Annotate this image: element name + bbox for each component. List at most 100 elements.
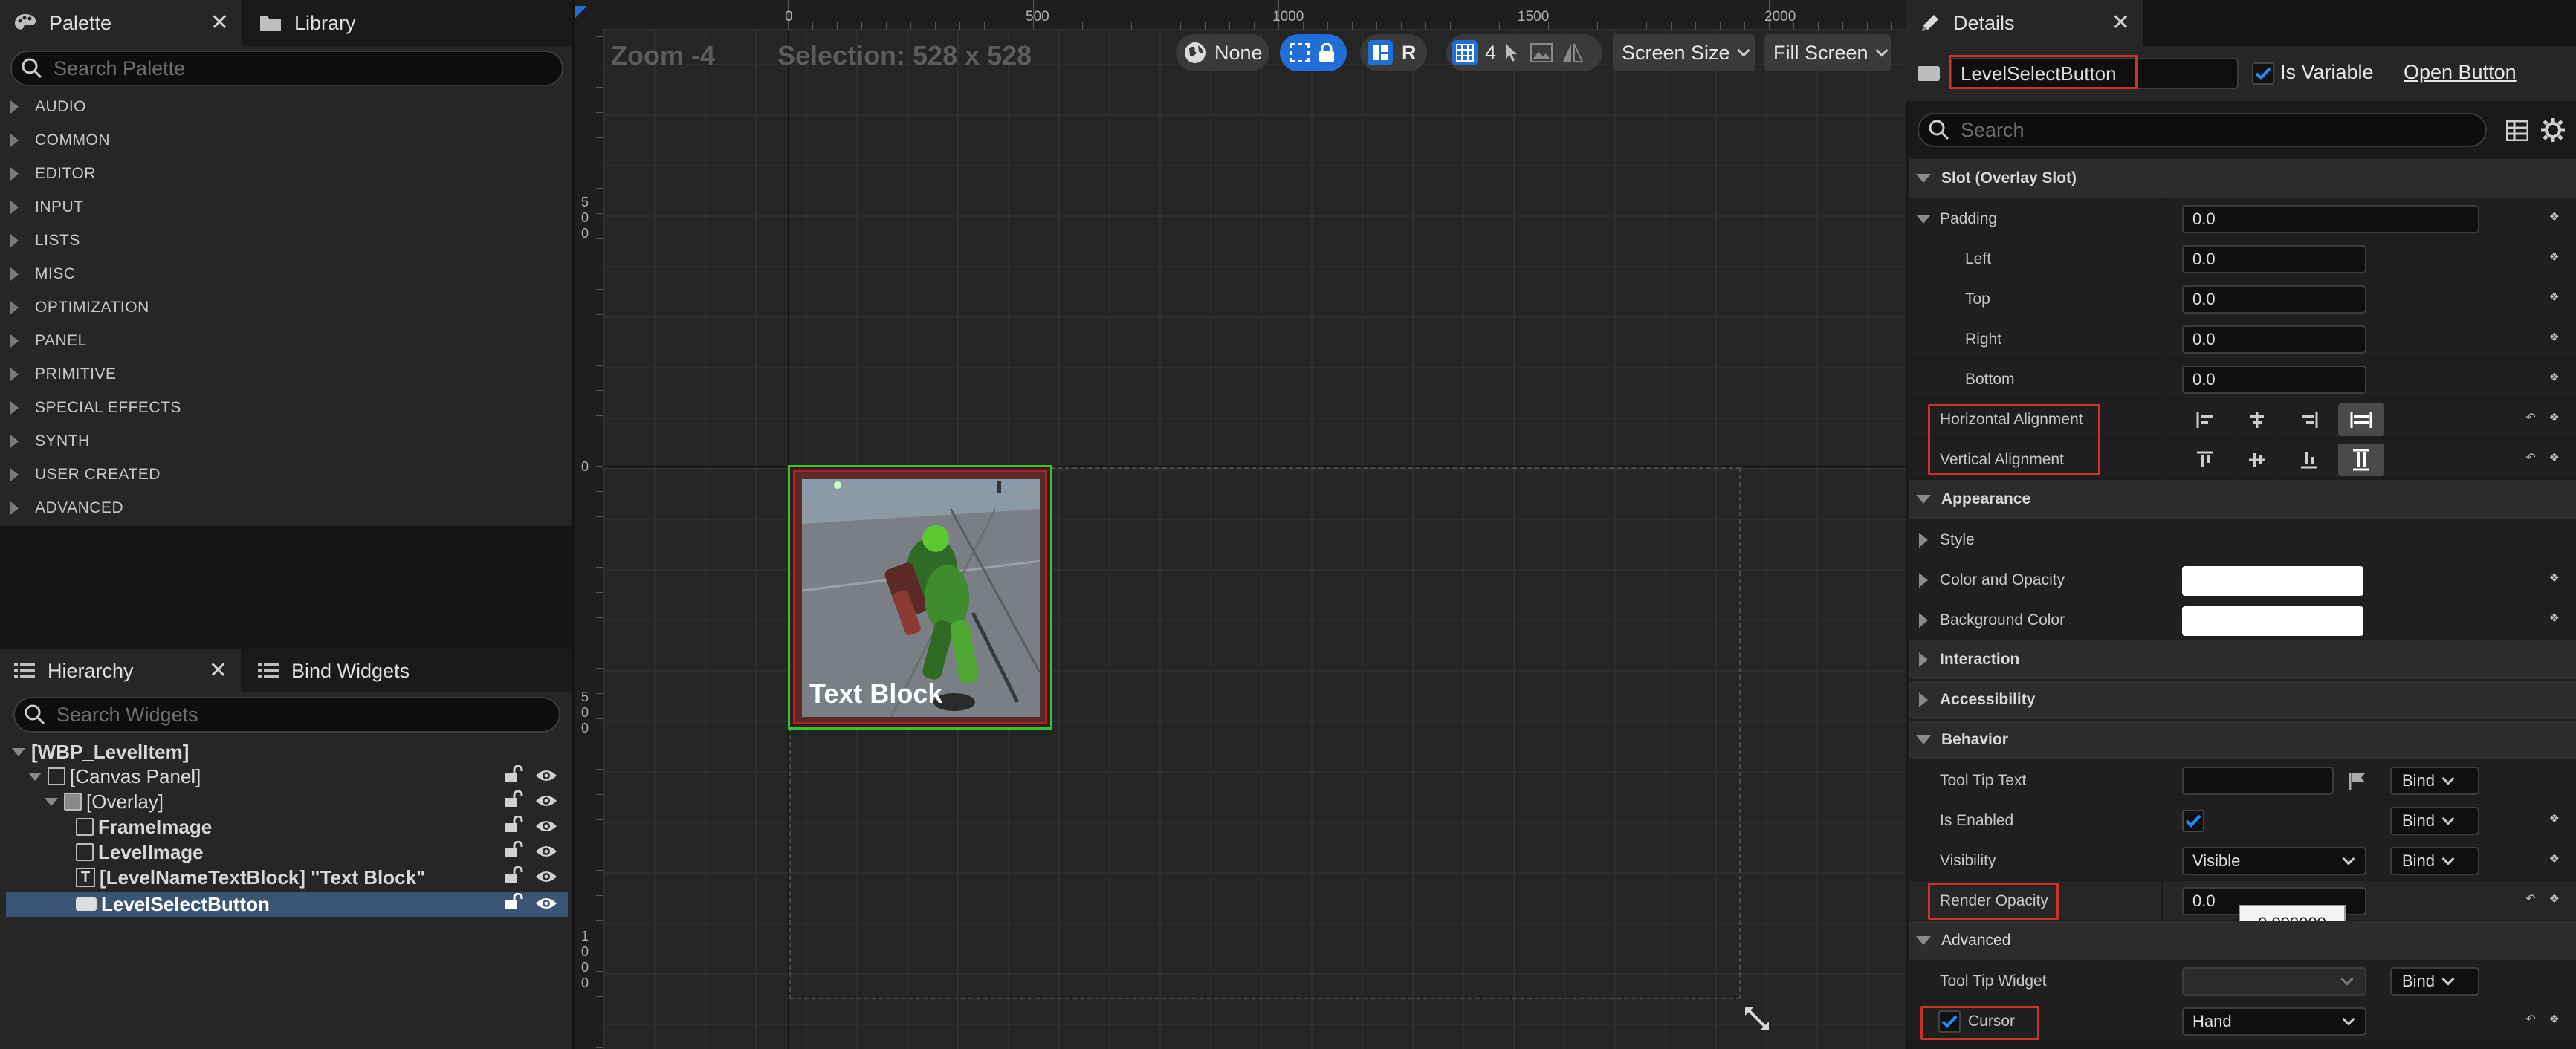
bind-dropdown[interactable]: Bind	[2390, 807, 2479, 835]
reset-arrow-icon[interactable]: ↶	[2525, 450, 2535, 465]
cursor-mode-icon[interactable]	[1504, 42, 1520, 63]
palette-category[interactable]: AUDIO	[0, 90, 569, 123]
fill-screen-dropdown[interactable]: Fill Screen	[1764, 34, 1891, 71]
padding-right-input[interactable]: 0.0	[2182, 325, 2366, 354]
unlock-icon[interactable]	[504, 892, 523, 916]
unlock-icon[interactable]	[504, 815, 523, 839]
details-search-input[interactable]: Search	[1918, 113, 2487, 147]
is-variable-checkbox[interactable]	[2252, 62, 2274, 85]
palette-category[interactable]: SYNTH	[0, 424, 569, 458]
align-right-button[interactable]	[2286, 403, 2332, 436]
gear-icon[interactable]	[2540, 117, 2566, 146]
keyframe-icon[interactable]: ❖	[2549, 571, 2560, 585]
hierarchy-item-levelnametextblock[interactable]: T [LevelNameTextBlock] "Text Block"	[6, 865, 568, 890]
align-top-button[interactable]	[2182, 444, 2228, 476]
level-select-button-widget[interactable]: Text Block	[788, 465, 1052, 730]
section-appearance[interactable]: Appearance	[1909, 480, 2576, 520]
keyframe-icon[interactable]: ❖	[2549, 811, 2560, 826]
table-view-icon[interactable]	[2505, 120, 2529, 145]
resize-handle-icon[interactable]	[1744, 1005, 1770, 1036]
hierarchy-item-levelimage[interactable]: LevelImage	[6, 839, 568, 865]
section-advanced[interactable]: Advanced	[1909, 921, 2576, 961]
reset-arrow-icon[interactable]: ↶	[2525, 1012, 2535, 1027]
hierarchy-search-input[interactable]: Search Widgets	[13, 697, 560, 733]
hierarchy-item-wbp-levelitem[interactable]: [WBP_LevelItem]	[6, 739, 568, 764]
flip-mode-icon[interactable]	[1562, 42, 1584, 63]
keyframe-icon[interactable]: ❖	[2549, 410, 2560, 425]
cursor-dropdown[interactable]: Hand	[2182, 1007, 2366, 1036]
close-icon[interactable]: ✕	[210, 10, 229, 36]
section-accessibility[interactable]: Accessibility	[1909, 681, 2576, 721]
section-behavior[interactable]: Behavior	[1909, 721, 2576, 761]
tab-library[interactable]: Library	[245, 0, 468, 46]
dashed-outline-toggle[interactable]	[1280, 34, 1347, 71]
keyframe-icon[interactable]: ❖	[2549, 611, 2560, 626]
align-center-button[interactable]	[2234, 403, 2280, 436]
tab-bind-widgets[interactable]: Bind Widgets	[244, 649, 496, 692]
unlock-icon[interactable]	[504, 840, 523, 864]
close-icon[interactable]: ✕	[2111, 10, 2130, 36]
align-bottom-button[interactable]	[2286, 444, 2332, 476]
align-left-button[interactable]	[2182, 403, 2228, 436]
collapse-arrow-icon[interactable]	[1916, 215, 1931, 224]
tooltip-text-input[interactable]	[2182, 767, 2334, 795]
eye-icon[interactable]	[535, 816, 557, 839]
keyframe-icon[interactable]: ❖	[2549, 290, 2560, 305]
expand-arrow-icon[interactable]	[28, 772, 42, 781]
hierarchy-item-frameimage[interactable]: FrameImage	[6, 814, 568, 839]
palette-category[interactable]: LISTS	[0, 224, 569, 257]
color-swatch-white[interactable]	[2182, 606, 2363, 636]
palette-category[interactable]: PRIMITIVE	[0, 357, 569, 391]
eye-icon[interactable]	[535, 790, 557, 813]
expand-arrow-icon[interactable]	[45, 797, 58, 806]
section-interaction[interactable]: Interaction	[1909, 640, 2576, 681]
image-mode-icon[interactable]	[1530, 43, 1553, 62]
is-enabled-checkbox[interactable]	[2182, 810, 2204, 832]
align-fill-button[interactable]	[2338, 403, 2384, 436]
keyframe-icon[interactable]: ❖	[2549, 450, 2560, 465]
grid-snap-toggle[interactable]: 4	[1446, 34, 1602, 71]
expand-arrow-icon[interactable]	[1919, 533, 1928, 548]
tooltip-widget-dropdown[interactable]	[2182, 967, 2366, 996]
padding-bottom-input[interactable]: 0.0	[2182, 366, 2366, 394]
section-slot-overlay[interactable]: Slot (Overlay Slot)	[1909, 159, 2576, 199]
keyframe-icon[interactable]: ❖	[2549, 210, 2560, 224]
padding-top-input[interactable]: 0.0	[2182, 285, 2366, 314]
palette-category[interactable]: MISC	[0, 257, 569, 290]
unlock-icon[interactable]	[504, 790, 523, 813]
localization-flag-icon[interactable]	[2347, 771, 2368, 796]
tab-palette[interactable]: Palette ✕	[0, 0, 242, 46]
eye-icon[interactable]	[535, 765, 557, 788]
palette-category[interactable]: PANEL	[0, 324, 569, 357]
palette-category[interactable]: OPTIMIZATION	[0, 290, 569, 324]
eye-icon[interactable]	[535, 866, 557, 889]
tab-hierarchy[interactable]: Hierarchy ✕	[0, 649, 241, 692]
keyframe-icon[interactable]: ❖	[2549, 1012, 2560, 1027]
close-icon[interactable]: ✕	[209, 657, 227, 683]
expand-arrow-icon[interactable]	[1919, 573, 1928, 588]
bind-dropdown[interactable]: Bind	[2390, 767, 2479, 795]
hierarchy-item-canvas-panel[interactable]: [Canvas Panel]	[6, 764, 568, 789]
palette-category[interactable]: SPECIAL EFFECTS	[0, 391, 569, 424]
palette-category[interactable]: ADVANCED	[0, 491, 569, 524]
keyframe-icon[interactable]: ❖	[2549, 330, 2560, 345]
keyframe-icon[interactable]: ❖	[2549, 250, 2560, 264]
padding-left-input[interactable]: 0.0	[2182, 245, 2366, 273]
reset-arrow-icon[interactable]: ↶	[2525, 892, 2535, 906]
bind-dropdown[interactable]: Bind	[2390, 967, 2479, 996]
keyframe-icon[interactable]: ❖	[2549, 370, 2560, 385]
unlock-icon[interactable]	[504, 764, 523, 788]
align-middle-button[interactable]	[2234, 444, 2280, 476]
property-style[interactable]: Style	[1909, 520, 2576, 560]
palette-category[interactable]: USER CREATED	[0, 458, 569, 491]
align-vfill-button[interactable]	[2338, 444, 2384, 476]
expand-arrow-icon[interactable]	[12, 747, 25, 756]
visibility-dropdown[interactable]: Visible	[2182, 847, 2366, 875]
hierarchy-item-levelselectbutton[interactable]: LevelSelectButton	[6, 892, 568, 917]
bind-dropdown[interactable]: Bind	[2390, 847, 2479, 875]
palette-search-input[interactable]: Search Palette	[10, 51, 563, 86]
palette-category[interactable]: INPUT	[0, 190, 569, 224]
expand-arrow-icon[interactable]	[1919, 613, 1928, 628]
locale-preview-button[interactable]: None	[1176, 34, 1269, 71]
palette-category[interactable]: EDITOR	[0, 157, 569, 190]
